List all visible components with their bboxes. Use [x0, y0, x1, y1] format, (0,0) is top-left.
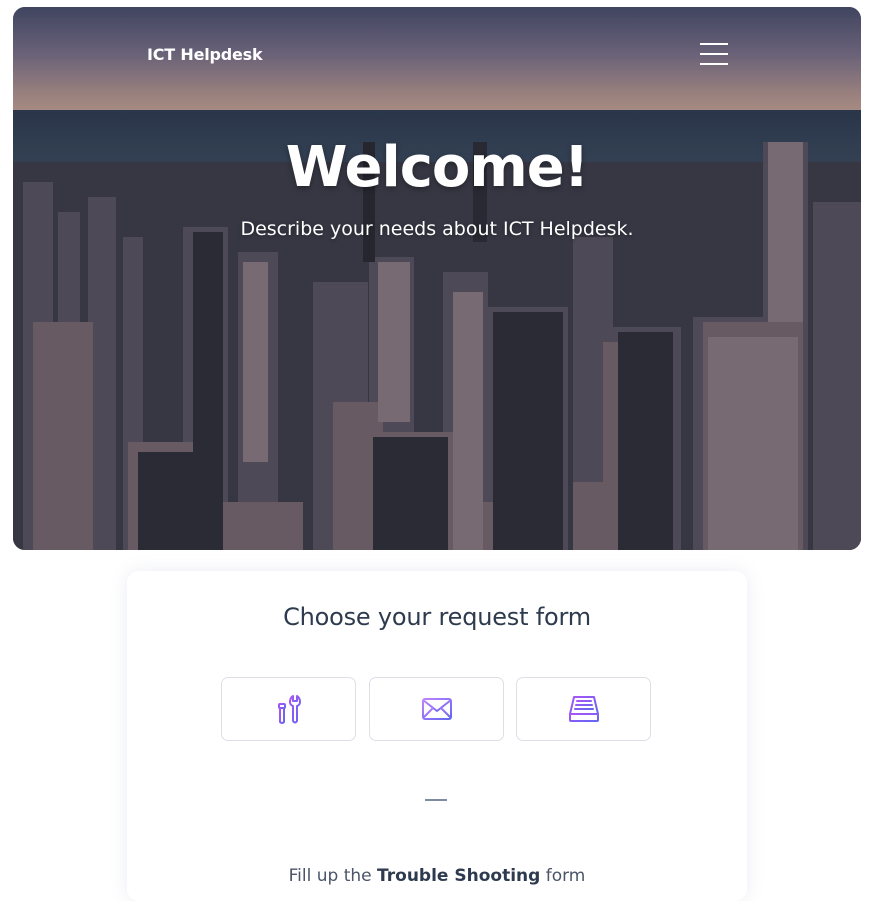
request-form-card: Choose your request form Fill up the Tro…	[127, 571, 747, 901]
email-request-option[interactable]	[369, 677, 504, 741]
trouble-shooting-option[interactable]	[221, 677, 356, 741]
hero-banner: ICT Helpdesk Welcome! Describe your need…	[13, 7, 861, 550]
brand-logo-text[interactable]: ICT Helpdesk	[147, 45, 263, 64]
section-divider	[425, 799, 447, 801]
fill-prefix: Fill up the	[288, 866, 372, 886]
menu-line	[700, 43, 728, 45]
form-instruction-text: Fill up the Trouble Shooting form	[127, 866, 747, 886]
hamburger-menu-icon[interactable]	[700, 43, 730, 65]
card-title: Choose your request form	[283, 603, 591, 631]
mail-icon	[421, 698, 452, 720]
tools-icon	[277, 694, 301, 724]
hard-drive-icon	[568, 696, 599, 722]
menu-line	[700, 63, 728, 65]
menu-line	[700, 53, 728, 55]
hardware-request-option[interactable]	[516, 677, 651, 741]
selected-form-name: Trouble Shooting	[377, 866, 541, 886]
fill-suffix: form	[545, 866, 586, 886]
hero-title: Welcome!	[285, 135, 590, 200]
hero-subtitle: Describe your needs about ICT Helpdesk.	[240, 218, 634, 240]
hero-overlay	[13, 7, 861, 550]
